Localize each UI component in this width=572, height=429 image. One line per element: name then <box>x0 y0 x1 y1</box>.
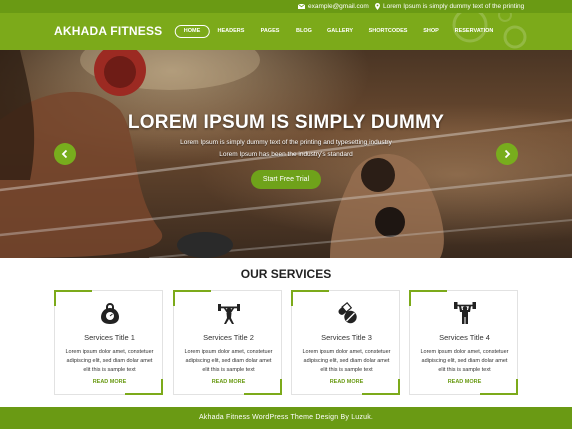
envelope-icon <box>298 4 305 9</box>
service-card: Services Title 1 Lorem ipsum dolor amet,… <box>54 290 163 395</box>
service-title: Services Title 4 <box>439 333 490 342</box>
card-corner-accent <box>173 290 211 306</box>
service-description: Lorem ipsum dolor amet, constetuer adipi… <box>65 349 154 373</box>
nav-item-home[interactable]: HOME <box>174 25 210 38</box>
services-heading: OUR SERVICES <box>240 267 332 281</box>
service-card: Services Title 4 Lorem ipsum dolor amet,… <box>409 290 518 395</box>
kettlebell-icon <box>101 303 119 324</box>
service-description: Lorem ipsum dolor amet, constetuer adipi… <box>420 349 509 373</box>
slider-next-button[interactable] <box>496 143 518 165</box>
read-more-link[interactable]: READ MORE <box>174 379 283 385</box>
hero-subtitle-line-1: Lorem Ipsum is simply dummy text of the … <box>180 139 392 146</box>
contact-email[interactable]: example@gmail.com <box>298 3 369 10</box>
hero-title: LOREM IPSUM IS SIMPLY DUMMY <box>127 112 445 133</box>
service-card: Services Title 2 Lorem ipsum dolor amet,… <box>173 290 282 395</box>
bodybuilder-icon <box>454 302 476 324</box>
slider-prev-button[interactable] <box>54 143 76 165</box>
nav-item-shortcodes[interactable]: SHORTCODES <box>369 25 408 38</box>
service-title: Services Title 3 <box>321 333 372 342</box>
chevron-right-icon <box>504 149 511 159</box>
nav-item-blog[interactable]: BLOG <box>296 25 312 38</box>
service-description: Lorem ipsum dolor amet, constetuer adipi… <box>184 349 273 373</box>
site-footer: Akhada Fitness WordPress Theme Design By… <box>0 407 572 429</box>
nav-item-shop[interactable]: SHOP <box>423 25 439 38</box>
nav-item-headers[interactable]: HEADERS <box>218 25 245 38</box>
service-title: Services Title 2 <box>203 333 254 342</box>
supplements-icon <box>338 301 357 324</box>
card-corner-accent <box>54 290 92 306</box>
map-pin-icon <box>375 3 380 10</box>
contact-address: Lorem Ipsum is simply dummy text of the … <box>375 3 524 10</box>
address-text: Lorem Ipsum is simply dummy text of the … <box>383 3 525 10</box>
chevron-left-icon <box>61 149 68 159</box>
service-title: Services Title 1 <box>84 333 135 342</box>
card-corner-accent <box>409 290 447 306</box>
email-text: example@gmail.com <box>308 3 369 10</box>
nav-item-gallery[interactable]: GALLERY <box>327 25 353 38</box>
service-description: Lorem ipsum dolor amet, constetuer adipi… <box>302 349 391 373</box>
footer-credit: Akhada Fitness WordPress Theme Design By… <box>198 414 374 421</box>
top-info-bar: example@gmail.com Lorem Ipsum is simply … <box>0 0 572 13</box>
nav-item-reservation[interactable]: RESERVATION <box>455 25 494 38</box>
read-more-link[interactable]: READ MORE <box>410 379 519 385</box>
nav-item-pages[interactable]: PAGES <box>261 25 280 38</box>
read-more-link[interactable]: READ MORE <box>55 379 164 385</box>
read-more-link[interactable]: READ MORE <box>292 379 401 385</box>
start-free-trial-button[interactable]: Start Free Trial <box>251 170 321 189</box>
hero-subtitle-line-2: Lorem Ipsum has been the industry's stan… <box>219 151 353 158</box>
weightlifter-icon <box>218 304 240 324</box>
site-header: AKHADA FITNESS HOME HEADERS PAGES BLOG G… <box>0 13 572 50</box>
hero-slider: LOREM IPSUM IS SIMPLY DUMMY Lorem Ipsum … <box>0 50 572 258</box>
service-card: Services Title 3 Lorem ipsum dolor amet,… <box>291 290 400 395</box>
card-corner-accent <box>291 290 329 306</box>
main-navigation: HOME HEADERS PAGES BLOG GALLERY SHORTCOD… <box>0 25 572 38</box>
